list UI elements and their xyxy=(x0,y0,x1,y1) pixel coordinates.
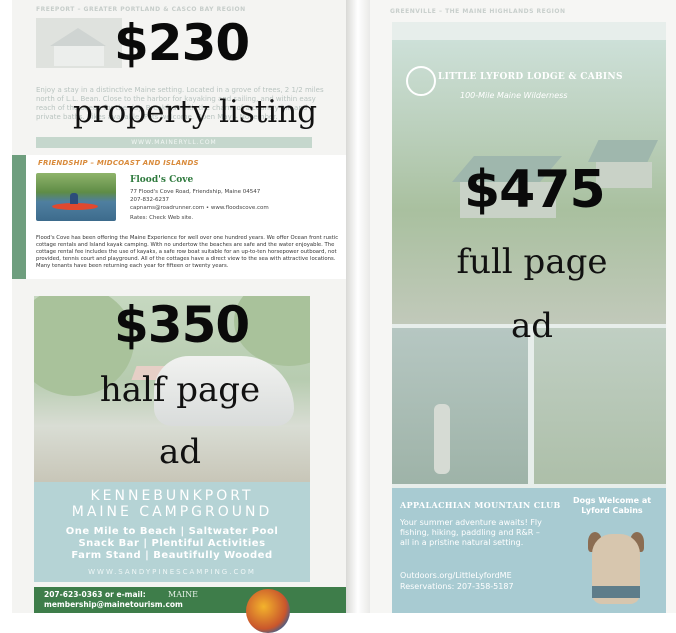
lodge-web: Outdoors.org/LittleLyfordME xyxy=(400,571,512,580)
lodge-tagline: 100-Mile Maine Wilderness xyxy=(460,91,568,100)
campground-title-2: MAINE CAMPGROUND xyxy=(71,504,273,520)
fishing-photo xyxy=(392,328,528,484)
dogs-welcome: Dogs Welcome at Lyford Cabins xyxy=(572,496,652,515)
campground-sub-3: Farm Stand | Beautifully Wooded xyxy=(71,550,273,561)
full-page-price: $475 xyxy=(464,160,606,220)
listing-email-web: capnams@roadrunner.com • www.floodscove.… xyxy=(130,205,269,211)
footer-line-1: 207-623-0363 or e-mail: xyxy=(44,590,146,599)
page-gutter xyxy=(346,0,372,613)
property-listing: FRIENDSHIP – MIDCOAST AND ISLANDS Flood'… xyxy=(12,155,346,279)
listing-name: Flood's Cove xyxy=(130,175,194,185)
hiking-photo xyxy=(534,328,666,484)
listing-body: Flood's Cove has been offering the Maine… xyxy=(36,235,339,269)
top-listing-website: WWW.MAINERYLL.COM xyxy=(36,137,312,148)
listing-stripe xyxy=(12,155,26,279)
campground-sub-1: One Mile to Beach | Saltwater Pool xyxy=(65,526,279,537)
property-listing-price: $230 xyxy=(114,14,250,72)
lodge-info-band: APPALACHIAN MOUNTAIN CLUB Your summer ad… xyxy=(392,488,666,613)
footer-strip: 207-623-0363 or e-mail: membership@maine… xyxy=(34,587,352,633)
listing-phone: 207-832-6237 xyxy=(130,197,169,203)
magazine-spread: FREEPORT – GREATER PORTLAND & CASCO BAY … xyxy=(0,0,676,633)
listing-photo xyxy=(36,173,116,221)
footer-photo xyxy=(246,589,290,633)
lodge-logo-icon xyxy=(406,66,436,96)
right-page-region: GREENVILLE – THE MAINE HIGHLANDS REGION xyxy=(390,8,566,15)
half-page-price: $350 xyxy=(114,296,250,354)
lodge-pitch: Your summer adventure awaits! Fly fishin… xyxy=(400,518,542,547)
half-page-caption-2: ad xyxy=(158,432,202,472)
lodge-reservations: Reservations: 207-358-5187 xyxy=(400,582,514,591)
full-page-caption-2: ad xyxy=(510,306,554,346)
listing-address: 77 Flood's Cove Road, Friendship, Maine … xyxy=(130,189,261,195)
top-listing-region: FREEPORT – GREATER PORTLAND & CASCO BAY … xyxy=(36,6,246,13)
club-name: APPALACHIAN MOUNTAIN CLUB xyxy=(400,500,561,510)
lodge-contact: Outdoors.org/LittleLyfordME Reservations… xyxy=(400,570,560,592)
listing-rates: Rates: Check Web site. xyxy=(130,215,194,221)
campground-band: KENNEBUNKPORT MAINE CAMPGROUND One Mile … xyxy=(34,482,310,582)
lodge-brand: LITTLE LYFORD LODGE & CABINS xyxy=(438,72,623,82)
maine-logo: MAINE xyxy=(168,590,198,599)
property-listing-caption: property listing xyxy=(72,94,318,130)
campground-title-1: KENNEBUNKPORT xyxy=(90,488,254,504)
half-page-caption-1: half page xyxy=(99,370,261,410)
campground-website: WWW.SANDYPINESCAMPING.COM xyxy=(88,568,256,576)
full-page-caption-1: full page xyxy=(456,242,608,282)
top-listing-photo xyxy=(36,18,122,68)
campground-sub-2: Snack Bar | Plentiful Activities xyxy=(78,538,266,549)
listing-region: FRIENDSHIP – MIDCOAST AND ISLANDS xyxy=(38,159,199,167)
